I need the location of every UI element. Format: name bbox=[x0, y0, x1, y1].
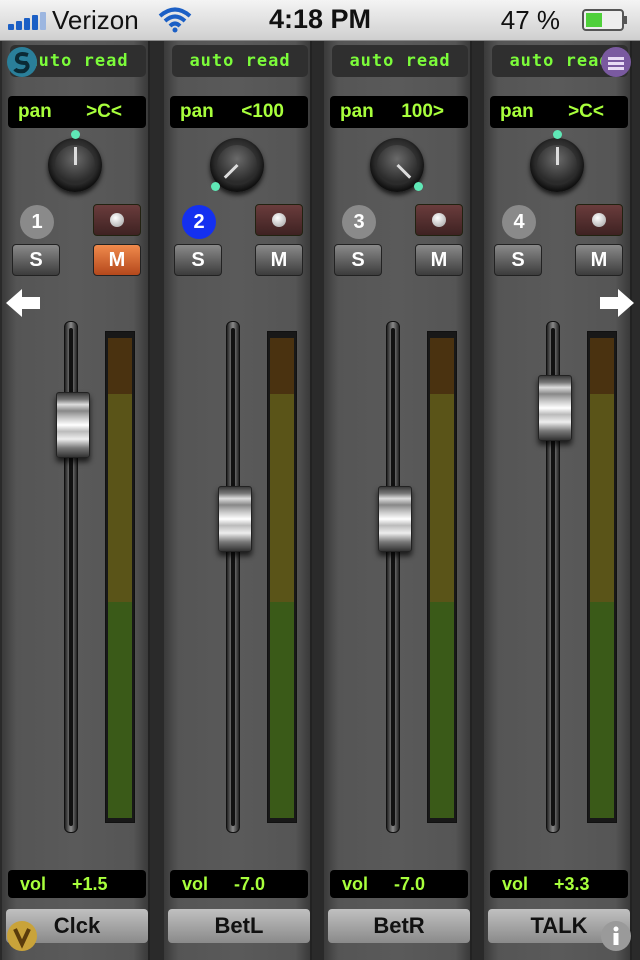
battery-icon bbox=[582, 9, 627, 31]
meter-clip-zone bbox=[270, 338, 294, 394]
channel-number[interactable]: 2 bbox=[182, 205, 216, 239]
mute-button[interactable]: M bbox=[255, 244, 303, 276]
automation-mode-button[interactable]: auto read bbox=[172, 45, 308, 77]
channel-strip-3: auto read pan 100> 3 S M vol -7.0 BetR bbox=[322, 41, 472, 960]
record-arm-button[interactable] bbox=[255, 204, 303, 236]
channel-strip-4: auto read pan >C< 4 S M vol +3.3 TALK bbox=[482, 41, 632, 960]
fader-handle[interactable] bbox=[56, 392, 90, 459]
status-bar: Verizon 4:18 PM 47 % bbox=[0, 0, 640, 41]
level-meter bbox=[427, 331, 457, 823]
fader-track[interactable] bbox=[226, 321, 240, 833]
pan-display: pan >C< bbox=[490, 96, 628, 128]
pan-label: pan bbox=[180, 101, 214, 122]
meter-safe-zone bbox=[270, 602, 294, 818]
pan-display: pan >C< bbox=[8, 96, 146, 128]
channel-strip-2: auto read pan <100 2 S M vol -7.0 BetL bbox=[162, 41, 312, 960]
pan-value: 100> bbox=[401, 101, 444, 122]
meter-clip-zone bbox=[108, 338, 132, 394]
level-meter bbox=[587, 331, 617, 823]
channel-number[interactable]: 4 bbox=[502, 205, 536, 239]
pan-indicator-dot bbox=[414, 182, 424, 192]
volume-label: vol bbox=[502, 874, 529, 894]
solo-button[interactable]: S bbox=[12, 244, 60, 276]
pan-display: pan 100> bbox=[330, 96, 468, 128]
record-arm-button[interactable] bbox=[575, 204, 623, 236]
volume-display: vol +3.3 bbox=[490, 870, 628, 898]
record-arm-button[interactable] bbox=[415, 204, 463, 236]
menu-icon[interactable] bbox=[600, 46, 632, 78]
info-icon[interactable] bbox=[600, 920, 632, 952]
meter-warn-zone bbox=[108, 394, 132, 602]
solo-button[interactable]: S bbox=[494, 244, 542, 276]
pan-knob[interactable] bbox=[530, 129, 584, 192]
meter-safe-zone bbox=[590, 602, 614, 818]
solo-button[interactable]: S bbox=[334, 244, 382, 276]
pan-knob-pointer bbox=[74, 147, 77, 165]
pan-label: pan bbox=[340, 101, 374, 122]
volume-label: vol bbox=[342, 874, 369, 894]
channel-number[interactable]: 1 bbox=[20, 205, 54, 239]
channel-strip-1: auto read pan >C< 1 S M vol +1.5 Clck bbox=[0, 41, 150, 960]
meter-warn-zone bbox=[590, 394, 614, 602]
meter-warn-zone bbox=[430, 394, 454, 602]
pan-label: pan bbox=[18, 101, 52, 122]
solo-button[interactable]: S bbox=[174, 244, 222, 276]
mute-button[interactable]: M bbox=[93, 244, 141, 276]
volume-label: vol bbox=[20, 874, 47, 894]
track-name[interactable]: BetR bbox=[328, 909, 470, 943]
volume-value: +1.5 bbox=[72, 874, 108, 894]
volume-display: vol +1.5 bbox=[8, 870, 146, 898]
track-name[interactable]: BetL bbox=[168, 909, 310, 943]
battery-percentage: 47 % bbox=[500, 5, 560, 35]
pan-indicator-dot bbox=[210, 182, 220, 192]
volume-value: +3.3 bbox=[554, 874, 590, 894]
volume-display: vol -7.0 bbox=[170, 870, 308, 898]
fader-handle[interactable] bbox=[378, 486, 412, 553]
pan-indicator-dot bbox=[70, 129, 80, 139]
app-logo-icon[interactable] bbox=[6, 46, 38, 78]
meter-safe-zone bbox=[430, 602, 454, 818]
v-logo-icon[interactable] bbox=[6, 920, 38, 952]
volume-label: vol bbox=[182, 874, 209, 894]
pan-value: >C< bbox=[568, 101, 604, 122]
automation-mode-button[interactable]: auto read bbox=[332, 45, 468, 77]
meter-safe-zone bbox=[108, 602, 132, 818]
pan-display: pan <100 bbox=[170, 96, 308, 128]
pan-indicator-dot bbox=[552, 129, 562, 139]
fader-handle[interactable] bbox=[218, 486, 252, 553]
arrow-left-icon[interactable] bbox=[6, 289, 42, 317]
mixer: auto read pan >C< 1 S M vol +1.5 Clck au… bbox=[0, 41, 640, 960]
record-arm-button[interactable] bbox=[93, 204, 141, 236]
pan-value: <100 bbox=[241, 101, 284, 122]
volume-display: vol -7.0 bbox=[330, 870, 468, 898]
fader-handle[interactable] bbox=[538, 374, 572, 441]
meter-clip-zone bbox=[590, 338, 614, 394]
pan-value: >C< bbox=[86, 101, 122, 122]
pan-knob[interactable] bbox=[48, 129, 102, 192]
level-meter bbox=[105, 331, 135, 823]
pan-knob[interactable] bbox=[370, 138, 424, 192]
mute-button[interactable]: M bbox=[575, 244, 623, 276]
fader-track[interactable] bbox=[386, 321, 400, 833]
mute-button[interactable]: M bbox=[415, 244, 463, 276]
pan-knob-pointer bbox=[556, 147, 559, 165]
pan-knob[interactable] bbox=[210, 138, 264, 192]
meter-clip-zone bbox=[430, 338, 454, 394]
pan-label: pan bbox=[500, 101, 534, 122]
level-meter bbox=[267, 331, 297, 823]
meter-warn-zone bbox=[270, 394, 294, 602]
volume-value: -7.0 bbox=[394, 874, 426, 894]
channel-number[interactable]: 3 bbox=[342, 205, 376, 239]
arrow-right-icon[interactable] bbox=[598, 289, 634, 317]
volume-value: -7.0 bbox=[234, 874, 266, 894]
